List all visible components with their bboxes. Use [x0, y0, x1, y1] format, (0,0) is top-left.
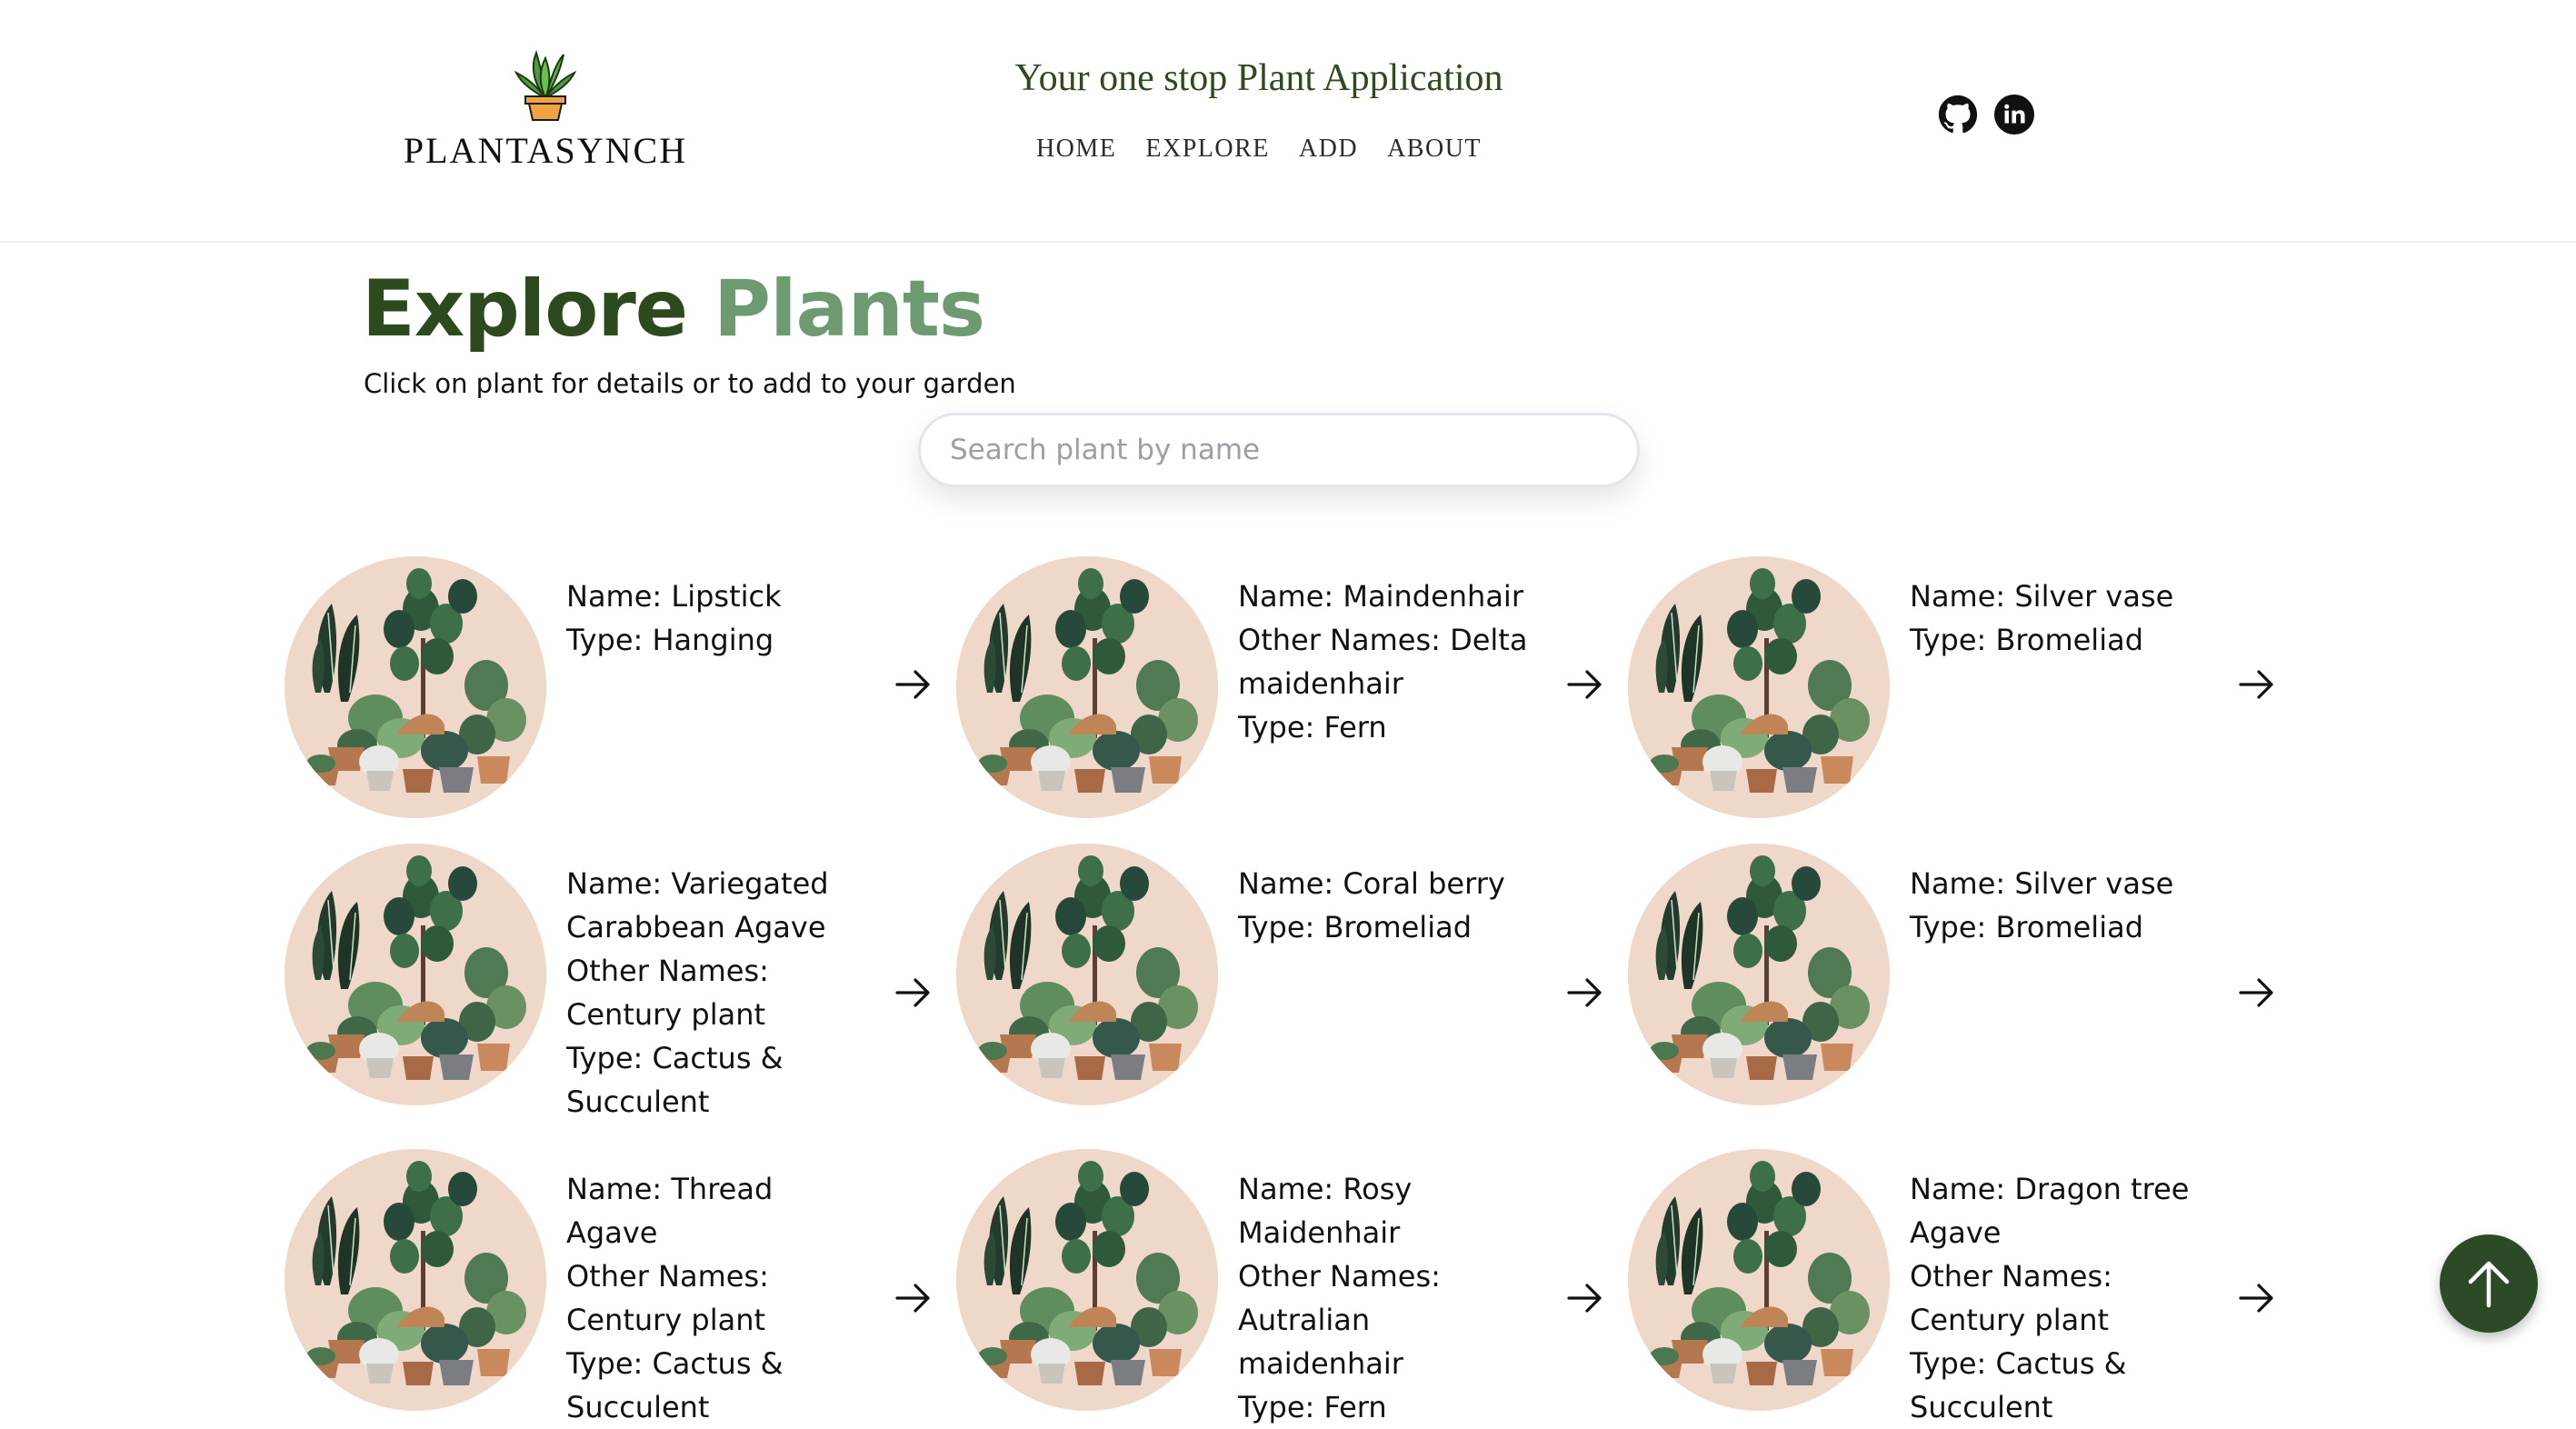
plant-thumbnail — [1628, 844, 1890, 1105]
plant-info: Name: Coral berry Type: Bromeliad — [1238, 862, 1538, 949]
plant-type: Type: Cactus & Succulent — [566, 1346, 784, 1424]
plant-thumbnail — [285, 1149, 546, 1411]
plant-name: Name: Thread Agave — [566, 1172, 774, 1250]
page-subtitle: Click on plant for details or to add to … — [364, 368, 1016, 399]
plant-other-names: Other Names: Century plant — [566, 954, 769, 1032]
plant-info: Name: Variegated Carabbean Agave Other Na… — [566, 862, 866, 1124]
plant-name: Name: Dragon tree Agave — [1910, 1172, 2190, 1250]
plant-name: Name: Maindenhair — [1238, 579, 1523, 614]
plant-name: Name: Coral berry — [1238, 866, 1505, 901]
plant-type: Type: Fern — [1238, 1390, 1387, 1424]
plant-other-names: Other Names: Autralian maidenhair — [1238, 1259, 1441, 1381]
plant-thumbnail — [956, 1149, 1218, 1411]
plant-thumbnail — [285, 556, 546, 818]
plant-type: Type: Cactus & Succulent — [1910, 1346, 2127, 1424]
tagline: Your one stop Plant Application — [1014, 57, 1503, 99]
plant-info: Name: Maindenhair Other Names: Delta maid… — [1238, 575, 1538, 749]
plant-thumbnail — [285, 844, 546, 1105]
arrow-right-icon[interactable] — [1565, 1279, 1603, 1317]
plant-other-names: Other Names: Century plant — [566, 1259, 769, 1337]
logo-text: PLANTASYNCH — [403, 130, 688, 171]
nav-add[interactable]: ADD — [1299, 135, 1358, 164]
search-input[interactable] — [918, 413, 1640, 487]
plant-type: Type: Fern — [1238, 710, 1387, 744]
arrow-right-icon[interactable] — [2237, 1279, 2275, 1317]
plant-thumbnail — [956, 556, 1218, 818]
logo[interactable]: PLANTASYNCH — [400, 45, 691, 172]
arrow-right-icon[interactable] — [894, 1279, 932, 1317]
potted-plant-icon — [514, 50, 577, 121]
social-links — [1938, 95, 2034, 135]
nav-home[interactable]: HOME — [1036, 135, 1116, 164]
plant-info: Name: Silver vase Type: Bromeliad — [1910, 862, 2210, 949]
page-title-word-1: Explore — [362, 264, 688, 355]
plant-other-names: Other Names: Delta maidenhair — [1238, 623, 1528, 701]
plant-info: Name: Rosy Maidenhair Other Names: Autral… — [1238, 1167, 1538, 1429]
arrow-right-icon[interactable] — [1565, 974, 1603, 1012]
plant-name: Name: Rosy Maidenhair — [1238, 1172, 1413, 1250]
back-to-top-button[interactable] — [2440, 1234, 2538, 1333]
main-nav: HOME EXPLORE ADD ABOUT — [909, 135, 1609, 164]
site-header: PLANTASYNCH Your one stop Plant Applicat… — [0, 0, 2576, 243]
plant-type: Type: Hanging — [566, 623, 774, 657]
plant-info: Name: Dragon tree Agave Other Names: Cent… — [1910, 1167, 2210, 1429]
plant-name: Name: Variegated Carabbean Agave — [566, 866, 829, 944]
plant-info: Name: Thread Agave Other Names: Century p… — [566, 1167, 866, 1429]
arrow-right-icon[interactable] — [1565, 665, 1603, 704]
arrow-right-icon[interactable] — [894, 974, 932, 1012]
plant-info: Name: Lipstick Type: Hanging — [566, 575, 866, 662]
arrow-right-icon[interactable] — [2237, 974, 2275, 1012]
plant-thumbnail — [1628, 1149, 1890, 1411]
page-title-word-2: Plants — [714, 264, 985, 355]
plant-type: Type: Bromeliad — [1910, 623, 2143, 657]
arrow-right-icon[interactable] — [894, 665, 932, 704]
nav-explore[interactable]: EXPLORE — [1145, 135, 1270, 164]
plant-thumbnail — [1628, 556, 1890, 818]
arrow-right-icon[interactable] — [2237, 665, 2275, 704]
plant-name: Name: Silver vase — [1910, 579, 2174, 614]
plant-type: Type: Bromeliad — [1238, 910, 1472, 944]
plant-type: Type: Bromeliad — [1910, 910, 2143, 944]
plant-name: Name: Lipstick — [566, 579, 782, 614]
arrow-up-icon — [2468, 1261, 2510, 1308]
plant-info: Name: Silver vase Type: Bromeliad — [1910, 575, 2210, 662]
linkedin-icon[interactable] — [1994, 95, 2034, 135]
plant-thumbnail — [956, 844, 1218, 1105]
page-title: Explore Plants — [362, 264, 985, 355]
plant-other-names: Other Names: Century plant — [1910, 1259, 2112, 1337]
plant-name: Name: Silver vase — [1910, 866, 2174, 901]
nav-about[interactable]: ABOUT — [1387, 135, 1482, 164]
github-icon[interactable] — [1938, 95, 1978, 135]
plant-type: Type: Cactus & Succulent — [566, 1041, 784, 1119]
